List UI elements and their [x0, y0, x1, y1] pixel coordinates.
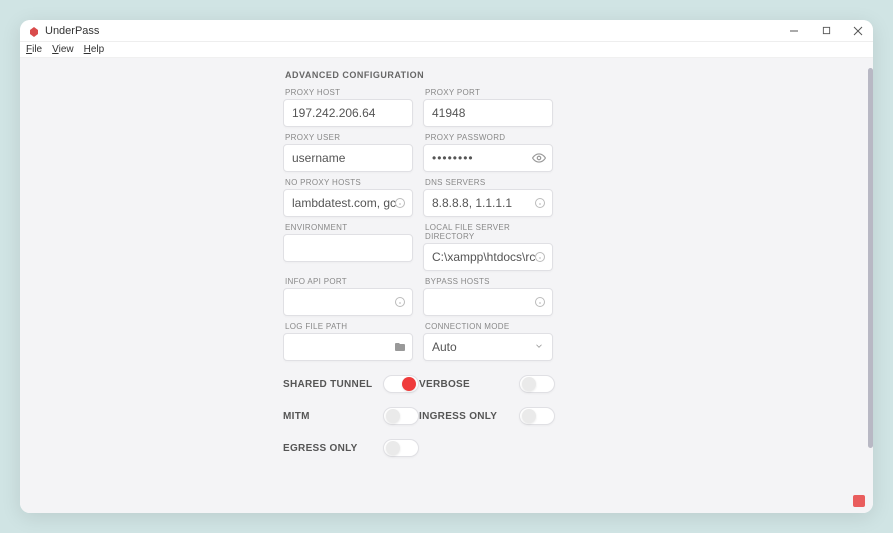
ingress-toggle[interactable] [519, 407, 555, 425]
form-area: ADVANCED CONFIGURATION PROXY HOST PROXY … [283, 58, 873, 513]
proxy-host-field[interactable] [292, 106, 404, 120]
folder-icon[interactable] [394, 341, 406, 353]
chevron-down-icon [534, 340, 544, 354]
log-path-label: LOG FILE PATH [283, 322, 413, 331]
proxy-user-label: PROXY USER [283, 133, 413, 142]
menubar: File View Help [20, 42, 873, 58]
toggle-knob [522, 377, 536, 391]
info-port-input[interactable] [283, 288, 413, 316]
info-icon[interactable] [534, 296, 546, 308]
proxy-host-label: PROXY HOST [283, 88, 413, 97]
scrollbar-track[interactable] [867, 58, 873, 513]
content-area: ADVANCED CONFIGURATION PROXY HOST PROXY … [20, 58, 873, 513]
section-title: ADVANCED CONFIGURATION [283, 70, 563, 80]
dns-field[interactable] [432, 196, 544, 210]
ingress-label: INGRESS ONLY [419, 411, 519, 422]
info-port-label: INFO API PORT [283, 277, 413, 286]
close-button[interactable] [851, 24, 865, 38]
no-proxy-input[interactable] [283, 189, 413, 217]
close-icon [853, 26, 863, 36]
verbose-toggle[interactable] [519, 375, 555, 393]
log-path-input[interactable] [283, 333, 413, 361]
info-icon[interactable] [394, 197, 406, 209]
titlebar: UnderPass [20, 20, 873, 42]
toggle-knob [386, 409, 400, 423]
window-title: UnderPass [45, 25, 787, 37]
egress-toggle[interactable] [383, 439, 419, 457]
minimize-button[interactable] [787, 24, 801, 38]
minimize-icon [789, 26, 799, 36]
dns-label: DNS SERVERS [423, 178, 553, 187]
proxy-pass-label: PROXY PASSWORD [423, 133, 553, 142]
bypass-field[interactable] [432, 295, 544, 309]
shared-tunnel-label: SHARED TUNNEL [283, 379, 383, 390]
dns-input[interactable] [423, 189, 553, 217]
app-window: UnderPass File View Help ADVANCED CONFIG… [20, 20, 873, 513]
eye-icon[interactable] [532, 151, 546, 165]
toggle-knob [386, 441, 400, 455]
env-input[interactable] [283, 234, 413, 262]
proxy-port-label: PROXY PORT [423, 88, 553, 97]
log-path-field[interactable] [292, 340, 404, 354]
notification-badge[interactable] [853, 495, 865, 507]
info-port-field[interactable] [292, 295, 404, 309]
menu-help[interactable]: Help [84, 44, 105, 55]
local-dir-label: LOCAL FILE SERVER DIRECTORY [423, 223, 553, 241]
menu-view[interactable]: View [52, 44, 74, 55]
toggle-knob [402, 377, 416, 391]
egress-label: EGRESS ONLY [283, 443, 383, 454]
conn-mode-value: Auto [432, 340, 457, 354]
mitm-toggle[interactable] [383, 407, 419, 425]
app-logo-icon [28, 25, 40, 37]
proxy-pass-field[interactable] [432, 151, 544, 165]
maximize-button[interactable] [819, 24, 833, 38]
mitm-label: MITM [283, 411, 383, 422]
info-icon[interactable] [394, 296, 406, 308]
bypass-input[interactable] [423, 288, 553, 316]
proxy-host-input[interactable] [283, 99, 413, 127]
info-icon[interactable] [534, 251, 546, 263]
window-controls [787, 24, 865, 38]
no-proxy-label: NO PROXY HOSTS [283, 178, 413, 187]
toggle-knob [522, 409, 536, 423]
local-dir-input[interactable] [423, 243, 553, 271]
scrollbar-thumb[interactable] [868, 68, 873, 448]
local-dir-field[interactable] [432, 250, 544, 264]
env-label: ENVIRONMENT [283, 223, 413, 232]
env-field[interactable] [292, 241, 404, 255]
bypass-label: BYPASS HOSTS [423, 277, 553, 286]
no-proxy-field[interactable] [292, 196, 404, 210]
proxy-user-input[interactable] [283, 144, 413, 172]
proxy-port-input[interactable] [423, 99, 553, 127]
menu-file[interactable]: File [26, 44, 42, 55]
sidebar [20, 58, 283, 513]
proxy-port-field[interactable] [432, 106, 544, 120]
maximize-icon [822, 26, 831, 35]
verbose-label: VERBOSE [419, 379, 519, 390]
shared-tunnel-toggle[interactable] [383, 375, 419, 393]
proxy-pass-input[interactable] [423, 144, 553, 172]
info-icon[interactable] [534, 197, 546, 209]
conn-mode-select[interactable]: Auto [423, 333, 553, 361]
conn-mode-label: CONNECTION MODE [423, 322, 553, 331]
proxy-user-field[interactable] [292, 151, 404, 165]
